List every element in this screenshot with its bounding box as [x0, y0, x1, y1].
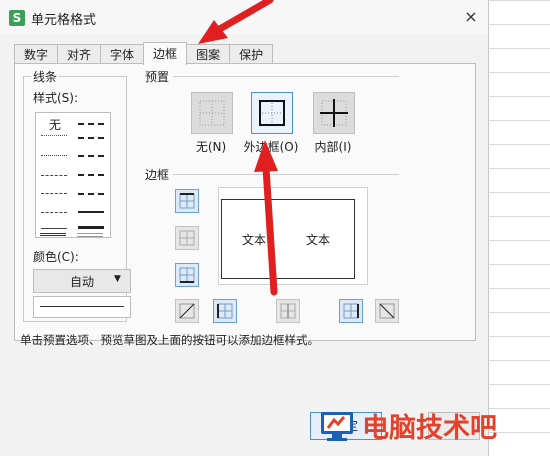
tab-border[interactable]: 边框 — [143, 42, 188, 65]
arrow-to-outline-preset — [254, 140, 278, 296]
annotation-arrows — [198, 0, 278, 296]
arrow-to-border-tab — [198, 0, 274, 44]
